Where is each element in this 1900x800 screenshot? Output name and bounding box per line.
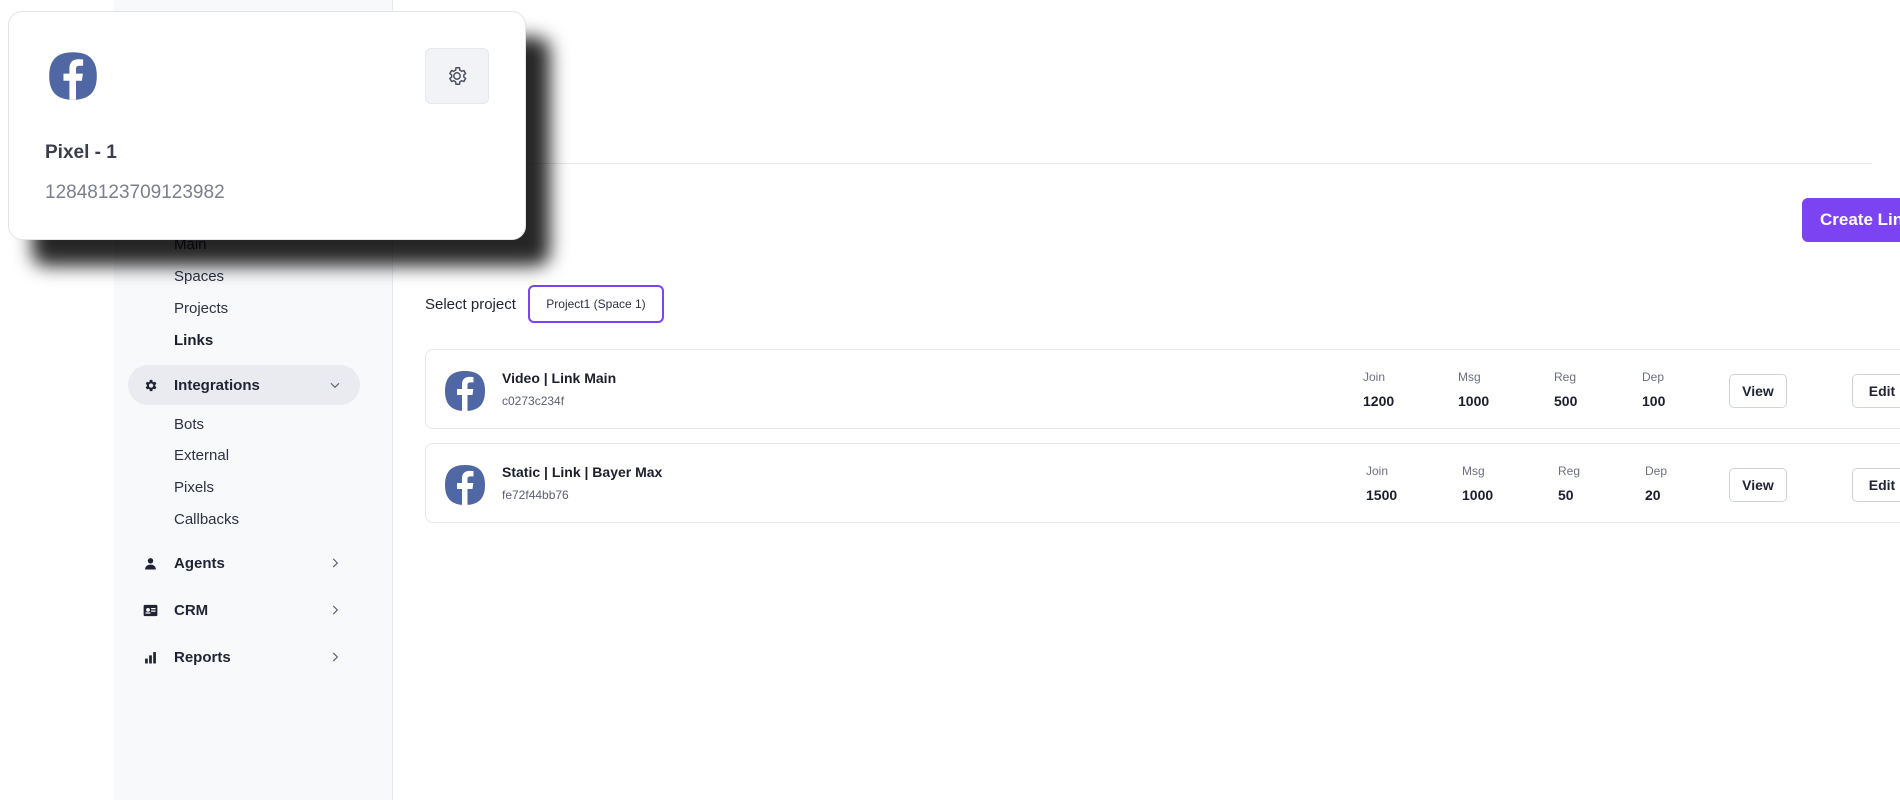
pixel-id: 12848123709123982 [45, 182, 225, 203]
sidebar-section-reports[interactable]: Reports [128, 637, 360, 677]
pixel-card-popup[interactable]: Pixel - 1 12848123709123982 [8, 11, 526, 240]
metric-label: Msg [1458, 370, 1481, 384]
sidebar-item-pixels[interactable]: Pixels [174, 479, 214, 496]
metric-value: 1000 [1458, 393, 1490, 409]
metric-label: Dep [1642, 370, 1665, 384]
gear-icon [449, 67, 467, 85]
link-code: fe72f44bb76 [502, 488, 569, 502]
metric-label: Dep [1645, 464, 1668, 478]
gear-icon [142, 377, 158, 393]
metric-msg: Msg 1000 [1458, 370, 1489, 409]
view-button[interactable]: View [1729, 468, 1787, 502]
metric-join: Join 1500 [1366, 464, 1397, 503]
sidebar-item-external[interactable]: External [174, 447, 229, 464]
facebook-icon [445, 371, 485, 411]
pixel-settings-button[interactable] [425, 48, 489, 104]
link-card: Video | Link Main c0273c234f Join 1200 M… [425, 349, 1900, 429]
link-code: c0273c234f [502, 394, 565, 408]
metric-label: Reg [1558, 464, 1581, 478]
sidebar-item-projects[interactable]: Projects [174, 300, 228, 317]
bar-chart-icon [142, 649, 158, 665]
facebook-icon [445, 465, 485, 505]
chevron-down-icon [326, 376, 344, 394]
sidebar-section-crm[interactable]: CRM [128, 590, 360, 630]
chevron-right-icon [326, 601, 344, 619]
sidebar-item-spaces[interactable]: Spaces [174, 268, 224, 285]
metric-value: 50 [1558, 487, 1574, 503]
sidebar-section-label: Integrations [174, 376, 260, 394]
select-project-label: Select project [425, 296, 516, 313]
metric-value: 20 [1645, 487, 1661, 503]
metric-value: 1200 [1363, 393, 1395, 409]
edit-button[interactable]: Edit [1852, 468, 1900, 502]
link-name: Static | Link | Bayer Max [502, 464, 663, 480]
sidebar-item-links[interactable]: Links [174, 332, 213, 349]
edit-button[interactable]: Edit [1852, 374, 1900, 408]
sidebar-section-label: Agents [174, 554, 225, 572]
metric-dep: Dep 20 [1645, 464, 1667, 503]
metric-msg: Msg 1000 [1462, 464, 1493, 503]
sidebar-section-agents[interactable]: Agents [128, 543, 360, 583]
chevron-right-icon [326, 648, 344, 666]
link-card: Static | Link | Bayer Max fe72f44bb76 Jo… [425, 443, 1900, 523]
sidebar-section-label: Reports [174, 648, 231, 666]
metric-reg: Reg 500 [1554, 370, 1577, 409]
metric-reg: Reg 50 [1558, 464, 1580, 503]
metric-label: Join [1366, 464, 1389, 478]
link-name: Video | Link Main [502, 370, 617, 386]
metric-value: 100 [1642, 393, 1666, 409]
header-divider [520, 163, 1872, 164]
metric-value: 1500 [1366, 487, 1398, 503]
id-card-icon [142, 602, 158, 618]
person-icon [142, 555, 158, 571]
metric-join: Join 1200 [1363, 370, 1394, 409]
metric-value: 500 [1554, 393, 1578, 409]
metric-label: Msg [1462, 464, 1485, 478]
view-button[interactable]: View [1729, 374, 1787, 408]
sidebar-item-bots[interactable]: Bots [174, 416, 204, 433]
metric-value: 1000 [1462, 487, 1494, 503]
sidebar-section-label: CRM [174, 601, 209, 619]
chevron-right-icon [326, 554, 344, 572]
sidebar-section-integrations[interactable]: Integrations [128, 365, 360, 405]
sidebar-item-callbacks[interactable]: Callbacks [174, 511, 239, 528]
pixel-title: Pixel - 1 [45, 142, 117, 163]
facebook-icon [49, 52, 97, 100]
project-selector[interactable]: Project1 (Space 1) [528, 285, 664, 323]
metric-label: Reg [1554, 370, 1577, 384]
metric-dep: Dep 100 [1642, 370, 1665, 409]
create-link-button[interactable]: Create Link [1802, 198, 1900, 242]
metric-label: Join [1363, 370, 1386, 384]
